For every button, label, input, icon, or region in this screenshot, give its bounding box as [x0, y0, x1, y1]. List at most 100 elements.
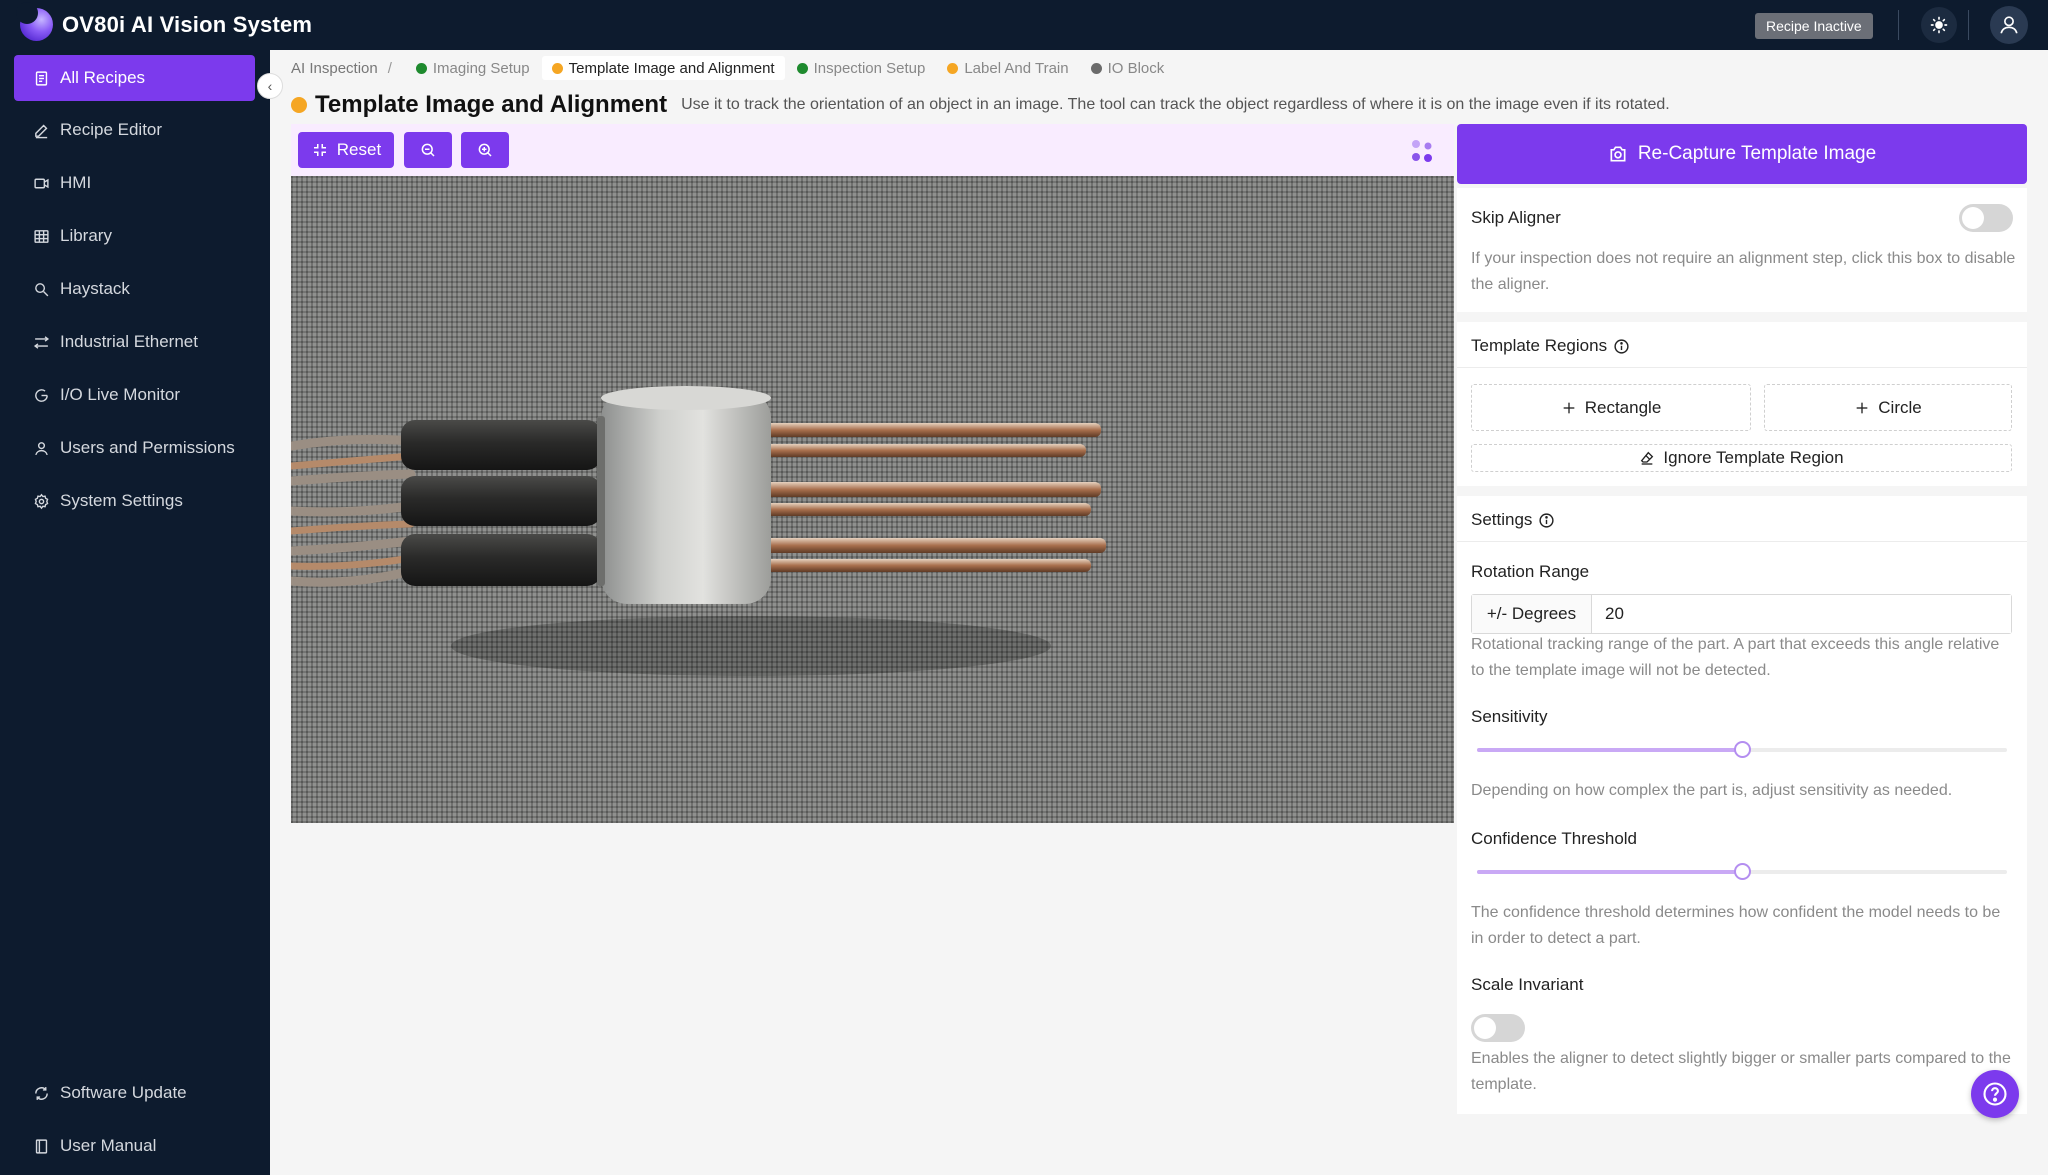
breadcrumb-step-label: Imaging Setup [432, 59, 530, 77]
info-icon[interactable] [1538, 512, 1555, 529]
reset-button[interactable]: Reset [298, 132, 394, 168]
status-dot [415, 62, 427, 74]
rotation-range-unit: +/- Degrees [1472, 595, 1592, 633]
skip-aligner-help: If your inspection does not require an a… [1471, 250, 2016, 293]
confidence-threshold-help: The confidence threshold determines how … [1471, 904, 2001, 947]
sidebar-item-label: Industrial Ethernet [60, 332, 198, 351]
top-bar-divider [1898, 10, 1899, 40]
breadcrumb-step-inspection-setup[interactable]: Inspection Setup [787, 56, 936, 80]
sidebar-item-label: Recipe Editor [60, 120, 163, 139]
monitor-icon [32, 386, 50, 404]
sensitivity-label: Sensitivity [1471, 707, 1548, 726]
sidebar-item-software-update[interactable]: Software Update [14, 1070, 255, 1116]
add-circle-button[interactable]: Circle [1764, 384, 2012, 431]
theme-toggle-button[interactable] [1921, 7, 1957, 43]
scale-invariant-label: Scale Invariant [1471, 975, 1584, 994]
status-dot [551, 62, 563, 74]
zoom-out-button[interactable] [404, 132, 452, 168]
sidebar-item-system-settings[interactable]: System Settings [14, 478, 255, 524]
breadcrumb-step-label: Label And Train [964, 59, 1069, 77]
sidebar-item-label: Haystack [60, 279, 130, 298]
rotation-range-field: +/- Degrees [1471, 594, 2012, 634]
recapture-template-button[interactable]: Re-Capture Template Image [1457, 124, 2027, 184]
sensitivity-slider-handle[interactable] [1734, 741, 1751, 758]
sidebar-item-users-and-permissions[interactable]: Users and Permissions [14, 425, 255, 471]
help-button[interactable] [1971, 1070, 2019, 1118]
sidebar-item-io-live-monitor[interactable]: I/O Live Monitor [14, 372, 255, 418]
ignore-template-region-button[interactable]: Ignore Template Region [1471, 444, 2012, 472]
sidebar-item-hmi[interactable]: HMI [14, 160, 255, 206]
sidebar-item-recipe-editor[interactable]: Recipe Editor [14, 107, 255, 153]
confidence-slider-fill [1477, 870, 1742, 874]
rotation-range-label: Rotation Range [1471, 562, 1590, 581]
sidebar-collapse-button[interactable]: ‹ [257, 73, 283, 99]
status-dot [796, 62, 808, 74]
status-dot [947, 62, 959, 74]
template-image-graphic [291, 386, 1106, 676]
video-icon [32, 174, 50, 192]
reset-button-label: Reset [336, 140, 382, 159]
document-icon [32, 69, 50, 87]
top-bar-divider [1968, 10, 1969, 40]
skip-aligner-card: Skip Aligner If your inspection does not… [1457, 188, 2027, 312]
status-dot [291, 97, 307, 113]
user-icon [2000, 16, 2018, 34]
template-image[interactable] [291, 176, 1454, 823]
sensitivity-slider[interactable] [1477, 741, 2007, 758]
sidebar-item-label: HMI [60, 173, 92, 192]
sidebar-item-industrial-ethernet[interactable]: Industrial Ethernet [14, 319, 255, 365]
sidebar-item-label: System Settings [60, 491, 183, 510]
page-title: Template Image and Alignment [315, 91, 668, 118]
grid-icon [32, 227, 50, 245]
skip-aligner-label: Skip Aligner [1471, 208, 1561, 227]
breadcrumb-step-template-image-and-alignment[interactable]: Template Image and Alignment [541, 56, 785, 80]
book-icon [32, 1137, 50, 1155]
scale-invariant-toggle[interactable] [1471, 1014, 1525, 1042]
rectangle-button-label: Rectangle [1584, 397, 1662, 417]
breadcrumb-step-label-and-train[interactable]: Label And Train [937, 56, 1078, 80]
card-divider [1457, 367, 2027, 368]
sidebar-item-label: User Manual [60, 1136, 157, 1155]
sidebar-item-label: All Recipes [60, 68, 146, 87]
zoom-out-icon [421, 143, 435, 157]
settings-card: Settings Rotation Range +/- Degrees Rota… [1457, 496, 2027, 1114]
breadcrumb-step-io-block[interactable]: IO Block [1081, 56, 1175, 80]
sensitivity-help: Depending on how complex the part is, ad… [1471, 782, 1953, 799]
refresh-icon [32, 1084, 50, 1102]
confidence-threshold-slider[interactable] [1477, 863, 2007, 880]
sidebar-item-user-manual[interactable]: User Manual [14, 1123, 255, 1169]
settings-title: Settings [1471, 510, 1555, 530]
ignore-region-button-label: Ignore Template Region [1663, 448, 1844, 467]
sidebar-item-haystack[interactable]: Haystack [14, 266, 255, 312]
sun-icon [1930, 16, 1948, 34]
breadcrumb-step-imaging-setup[interactable]: Imaging Setup [406, 56, 540, 80]
confidence-slider-handle[interactable] [1734, 863, 1751, 880]
breadcrumb-separator: / [387, 59, 392, 77]
zoom-in-icon [478, 143, 492, 157]
scale-invariant-help: Enables the aligner to detect slightly b… [1471, 1050, 2011, 1093]
confidence-threshold-label: Confidence Threshold [1471, 829, 1638, 848]
image-toolbar: Reset [291, 124, 1454, 176]
plus-icon [1856, 402, 1868, 413]
recipe-status-badge: Recipe Inactive [1755, 13, 1873, 39]
circle-button-label: Circle [1878, 397, 1922, 417]
sidebar-item-library[interactable]: Library [14, 213, 255, 259]
skip-aligner-toggle[interactable] [1959, 204, 2013, 232]
loading-dots-icon [1412, 140, 1432, 162]
sidebar-item-all-recipes[interactable]: All Recipes [14, 55, 255, 101]
app-title: OV80i AI Vision System [62, 12, 313, 37]
breadcrumb-root[interactable]: AI Inspection [291, 60, 378, 77]
zoom-in-button[interactable] [461, 132, 509, 168]
user-icon [32, 439, 50, 457]
template-regions-card: Template Regions Rectangle Circle Ignore… [1457, 322, 2027, 486]
settings-title-text: Settings [1471, 510, 1533, 529]
info-icon[interactable] [1613, 338, 1630, 355]
template-regions-title: Template Regions [1471, 336, 1630, 356]
search-icon [32, 280, 50, 298]
sidebar: All Recipes Recipe Editor HMI Library Ha… [0, 50, 270, 1175]
user-menu-button[interactable] [1990, 6, 2028, 44]
network-icon [32, 333, 50, 351]
rotation-range-input[interactable] [1592, 595, 2011, 633]
top-bar: OV80i AI Vision System Recipe Inactive [0, 0, 2048, 50]
add-rectangle-button[interactable]: Rectangle [1471, 384, 1751, 431]
